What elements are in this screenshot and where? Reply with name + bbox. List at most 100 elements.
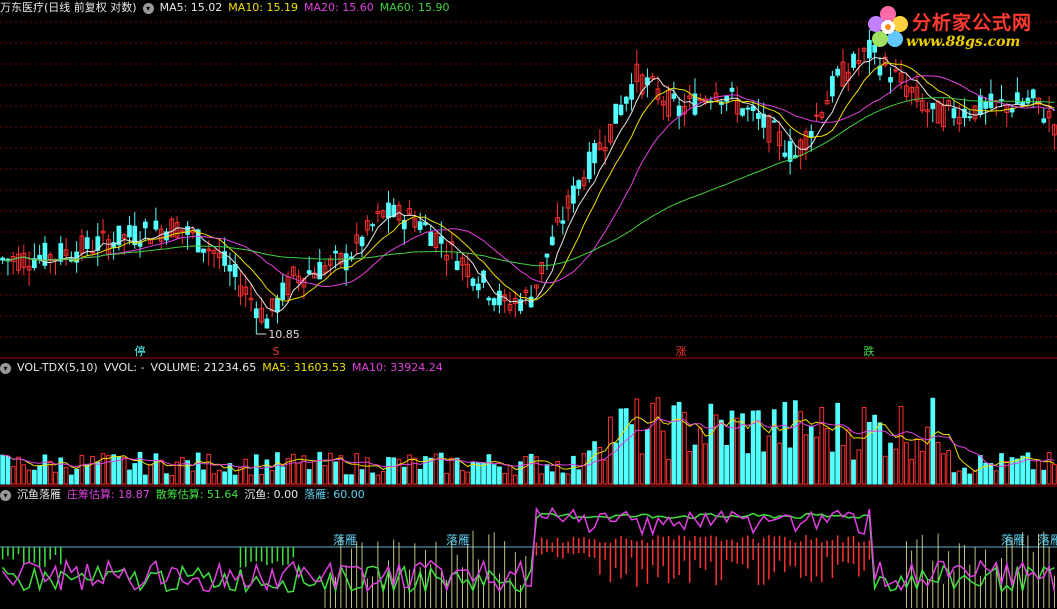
volume-bar bbox=[708, 403, 714, 485]
candle-body bbox=[1030, 89, 1036, 99]
settings-icon[interactable]: ▾ bbox=[0, 362, 11, 374]
candle-body bbox=[613, 103, 619, 124]
volume-bar bbox=[872, 414, 878, 485]
luoyan-signal-label: 落雁 bbox=[446, 533, 470, 547]
volume-bar bbox=[962, 467, 967, 485]
candle-body bbox=[729, 87, 735, 92]
price-grid bbox=[0, 21, 1057, 548]
candle-body bbox=[232, 263, 238, 277]
candle-body bbox=[571, 185, 576, 204]
volume-bar bbox=[565, 473, 571, 485]
volume-title[interactable]: VOL-TDX(5,10) bbox=[17, 361, 98, 375]
ma60-line bbox=[2, 97, 1055, 267]
volume-bar bbox=[68, 474, 74, 485]
candle-body bbox=[438, 236, 444, 244]
volume-bar bbox=[333, 461, 338, 485]
flower-icon bbox=[868, 6, 908, 47]
volume-bar bbox=[111, 454, 116, 485]
candle-body bbox=[37, 254, 42, 260]
candle-body bbox=[370, 224, 375, 227]
volume-bar bbox=[697, 427, 703, 485]
volume-bar bbox=[359, 469, 365, 485]
indicator-title[interactable]: 沉鱼落雁 bbox=[17, 488, 61, 502]
volume-bar bbox=[26, 469, 32, 485]
indicator-panel-marks[interactable]: 落雁 落雁 落雁 落雁 bbox=[1, 506, 1057, 608]
candle-body bbox=[835, 68, 841, 76]
event-marker: 涨 bbox=[676, 345, 687, 358]
volume-bar bbox=[386, 457, 391, 485]
volume-bar bbox=[444, 472, 449, 485]
stock-chart[interactable]: 18.10.85停S涨跌 落雁落雁落雁落雁 bbox=[0, 0, 1057, 609]
candle-body bbox=[84, 237, 90, 250]
volume-bar bbox=[660, 430, 666, 485]
event-marker: 停 bbox=[135, 344, 146, 358]
volume-bar bbox=[74, 468, 79, 485]
volume-bar bbox=[787, 447, 793, 485]
settings-icon[interactable]: ▾ bbox=[0, 489, 11, 501]
candle-body bbox=[127, 225, 132, 238]
volume-bar bbox=[956, 470, 962, 485]
candle-body bbox=[851, 53, 856, 68]
volume-bar bbox=[851, 459, 856, 485]
volume-bar bbox=[814, 436, 819, 485]
volume-bar bbox=[127, 469, 132, 485]
volume-bar bbox=[629, 424, 634, 485]
volume-bar bbox=[978, 455, 983, 485]
candles[interactable] bbox=[0, 30, 1057, 334]
volume-bar bbox=[396, 458, 402, 485]
volume-bar bbox=[951, 472, 957, 485]
candle-body bbox=[359, 236, 365, 247]
volume-bar bbox=[497, 466, 502, 485]
volume-bar bbox=[21, 464, 27, 485]
volume-bar bbox=[37, 465, 42, 485]
volume-bar bbox=[132, 463, 138, 485]
volume-bar bbox=[919, 450, 925, 485]
volume-ma5-line bbox=[2, 415, 1055, 473]
volume-bar bbox=[269, 470, 275, 485]
chenyu-label: 沉鱼: 0.00 bbox=[244, 488, 299, 501]
volume-label: VOLUME: 21234.65 bbox=[150, 361, 257, 374]
candle-body bbox=[623, 96, 629, 104]
candle-body bbox=[782, 152, 788, 157]
candle-body bbox=[560, 220, 566, 224]
luoyan-signal-label: 落雁 bbox=[333, 533, 357, 547]
luoyan-signal-label: 落雁 bbox=[1001, 533, 1025, 547]
candle-body bbox=[142, 221, 148, 229]
volume-bar bbox=[317, 451, 323, 485]
volume-bars[interactable] bbox=[0, 397, 1057, 485]
volume-bar bbox=[53, 471, 58, 485]
volume-bar bbox=[512, 474, 518, 485]
volume-ma10-line bbox=[2, 418, 1055, 470]
volume-bar bbox=[243, 458, 249, 485]
logo-url: www.88gs.com bbox=[906, 34, 1021, 50]
volume-bar bbox=[639, 453, 645, 485]
ma10-label: MA10: 15.19 bbox=[228, 1, 299, 14]
volume-bar bbox=[645, 429, 650, 485]
volume-bar bbox=[655, 397, 661, 485]
volume-bar bbox=[867, 421, 872, 485]
volume-bar bbox=[666, 458, 671, 485]
volume-bar bbox=[475, 462, 481, 485]
candle-body bbox=[586, 151, 592, 180]
volume-bar bbox=[935, 441, 941, 485]
volume-bar bbox=[190, 470, 196, 485]
volume-bar bbox=[391, 457, 397, 485]
settings-icon[interactable]: ▾ bbox=[142, 2, 154, 14]
volume-bar bbox=[692, 444, 698, 485]
volume-bar bbox=[105, 455, 111, 485]
candle-body bbox=[417, 221, 423, 230]
volume-bar bbox=[888, 442, 893, 485]
stock-title[interactable]: 万东医疗(日线 前复权 对数) bbox=[0, 1, 137, 15]
candle-body bbox=[544, 253, 550, 258]
volume-bar bbox=[861, 407, 867, 485]
volume-bar bbox=[523, 456, 529, 485]
volume-bar bbox=[148, 464, 153, 485]
candle-body bbox=[454, 260, 460, 271]
volume-bar bbox=[312, 461, 317, 485]
volume-bar bbox=[972, 470, 978, 485]
vol-ma10-label: MA10: 33924.24 bbox=[351, 361, 443, 374]
volume-bar bbox=[602, 459, 608, 485]
volume-bar bbox=[253, 454, 259, 485]
volume-bar bbox=[121, 457, 127, 485]
site-logo: 分析家公式网 www.88gs.com bbox=[866, 4, 1052, 54]
